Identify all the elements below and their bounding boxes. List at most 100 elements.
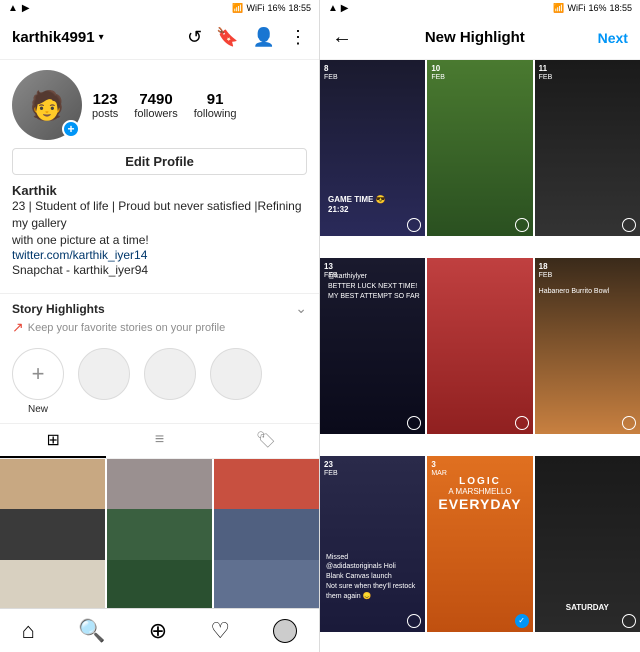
chevron-down-icon: ▾ <box>99 32 104 43</box>
grid-item-8[interactable] <box>107 560 212 608</box>
story-circle-1[interactable] <box>78 348 130 400</box>
highlights-chevron-icon[interactable]: ⌄ <box>295 300 307 317</box>
status-left: ▲ ▶ <box>8 3 30 14</box>
top-bar-icons: ↺ 🔖 👤 ⋮ <box>187 27 307 48</box>
story-caption-4: @karthiylyerBETTER LUCK NEXT TIME!MY BES… <box>328 272 420 301</box>
following-label: following <box>194 108 237 120</box>
tab-list[interactable]: ≡ <box>106 424 212 458</box>
profile-name: Karthik <box>12 183 307 198</box>
profile-header: 🧑 + 123 posts 7490 followers 91 followin… <box>12 70 307 140</box>
story-select-7[interactable] <box>407 614 421 628</box>
highlights-subtitle-text: Keep your favorite stories on your profi… <box>28 322 226 334</box>
story-date-7: 23Feb <box>324 460 338 478</box>
bio-line-2: with one picture at a time! <box>12 232 307 249</box>
profile-nav-avatar[interactable] <box>273 619 297 643</box>
story-select-5[interactable] <box>515 416 529 430</box>
story-caption-1: GAME TIME 😎21:32 <box>328 195 386 216</box>
story-caption-8: LOGIC A MARSHMELLO EVERYDAY <box>427 476 532 512</box>
signal-icon: 📶 <box>232 3 243 14</box>
profile-stats: 123 posts 7490 followers 91 following <box>92 91 307 120</box>
story-caption-7: Missed@adidastoriginals HoliBlank Canvas… <box>326 553 421 602</box>
story-caption-6: Habanero Burrito Bowl <box>539 288 636 295</box>
story-select-4[interactable] <box>407 416 421 430</box>
bio-link[interactable]: twitter.com/karthik_iyer14 <box>12 248 307 262</box>
story-thumb-7[interactable]: 23Feb Missed@adidastoriginals HoliBlank … <box>320 456 425 632</box>
username-label: karthik4991 <box>12 29 95 46</box>
right-wifi-icon: WiFi <box>567 3 585 13</box>
right-battery: 16% <box>588 3 606 13</box>
story-thumb-8[interactable]: 3Mar LOGIC A MARSHMELLO EVERYDAY ✓ <box>427 456 532 632</box>
story-select-2[interactable] <box>515 218 529 232</box>
add-nav-icon[interactable]: ⊕ <box>149 618 167 644</box>
bookmark-icon[interactable]: 🔖 <box>216 27 238 48</box>
left-status-bar: ▲ ▶ 📶 WiFi 16% 18:55 <box>0 0 319 16</box>
username-area[interactable]: karthik4991 ▾ <box>12 29 104 46</box>
bio-line-1: 23 | Student of life | Proud but never s… <box>12 198 307 232</box>
story-grid: 8Feb GAME TIME 😎21:32 10Feb 11Feb 13Feb … <box>320 60 640 652</box>
story-caption-9: SATURDAY <box>539 603 636 612</box>
story-select-1[interactable] <box>407 218 421 232</box>
story-thumb-3[interactable]: 11Feb <box>535 60 640 236</box>
highlights-title: Story Highlights <box>12 302 105 316</box>
person-add-icon[interactable]: 👤 <box>253 27 275 48</box>
search-nav-icon[interactable]: 🔍 <box>78 618 105 644</box>
right-panel-title: New Highlight <box>425 29 525 46</box>
posts-stat: 123 posts <box>92 91 118 120</box>
new-story-item[interactable]: + New <box>12 348 64 415</box>
red-arrow-icon: ↗ <box>12 319 24 336</box>
home-nav-icon[interactable]: ⌂ <box>22 618 35 644</box>
story-highlights-header: Story Highlights ⌄ <box>0 293 319 319</box>
story-item-3[interactable] <box>210 348 262 404</box>
story-date-2: 10Feb <box>431 64 445 82</box>
new-story-circle[interactable]: + <box>12 348 64 400</box>
grid-item-7[interactable] <box>0 560 105 608</box>
story-thumb-6[interactable]: 18Feb Habanero Burrito Bowl <box>535 258 640 434</box>
grid-icon: ⊞ <box>46 430 59 450</box>
next-button[interactable]: Next <box>598 30 628 46</box>
story-thumb-1[interactable]: 8Feb GAME TIME 😎21:32 <box>320 60 425 236</box>
story-select-3[interactable] <box>622 218 636 232</box>
heart-nav-icon[interactable]: ♡ <box>210 618 230 644</box>
story-item-1[interactable] <box>78 348 130 404</box>
new-story-label: New <box>28 404 48 415</box>
story-thumb-5[interactable] <box>427 258 532 434</box>
story-thumb-4[interactable]: 13Feb @karthiylyerBETTER LUCK NEXT TIME!… <box>320 258 425 434</box>
left-panel: ▲ ▶ 📶 WiFi 16% 18:55 karthik4991 ▾ ↺ 🔖 👤… <box>0 0 320 652</box>
add-story-button[interactable]: + <box>62 120 80 138</box>
grid-item-9[interactable] <box>214 560 319 608</box>
back-button[interactable]: ← <box>332 26 352 49</box>
edit-profile-button[interactable]: Edit Profile <box>12 148 307 175</box>
screen-icon: ▶ <box>22 3 30 14</box>
story-thumb-9[interactable]: SATURDAY <box>535 456 640 632</box>
story-thumb-2[interactable]: 10Feb <box>427 60 532 236</box>
history-icon[interactable]: ↺ <box>187 27 202 48</box>
right-time: 18:55 <box>609 3 632 13</box>
right-status-left: ▲ ▶ <box>328 3 348 14</box>
tab-grid[interactable]: ⊞ <box>0 424 106 458</box>
left-top-bar: karthik4991 ▾ ↺ 🔖 👤 ⋮ <box>0 16 319 60</box>
story-select-9[interactable] <box>622 614 636 628</box>
story-select-6[interactable] <box>622 416 636 430</box>
story-circle-2[interactable] <box>144 348 196 400</box>
right-signal-icon: 📶 <box>553 3 564 14</box>
tag-icon: 🏷 <box>256 430 276 450</box>
more-options-icon[interactable]: ⋮ <box>289 27 307 48</box>
right-top-bar: ← New Highlight Next <box>320 16 640 60</box>
list-icon: ≡ <box>155 431 164 449</box>
right-status-right: 📶 WiFi 16% 18:55 <box>553 3 632 14</box>
following-count: 91 <box>207 91 224 108</box>
followers-count: 7490 <box>139 91 172 108</box>
right-panel: ▲ ▶ 📶 WiFi 16% 18:55 ← New Highlight Nex… <box>320 0 640 652</box>
story-circle-3[interactable] <box>210 348 262 400</box>
bio-section: Karthik 23 | Student of life | Proud but… <box>12 183 307 279</box>
story-circles-row: + New <box>0 342 319 423</box>
story-select-8[interactable]: ✓ <box>515 614 529 628</box>
followers-stat[interactable]: 7490 followers <box>134 91 177 120</box>
tab-tagged[interactable]: 🏷 <box>213 424 319 458</box>
wifi-icon: WiFi <box>246 3 264 13</box>
notification-icon: ▲ <box>8 3 18 14</box>
following-stat[interactable]: 91 following <box>194 91 237 120</box>
profile-section: 🧑 + 123 posts 7490 followers 91 followin… <box>0 60 319 293</box>
story-item-2[interactable] <box>144 348 196 404</box>
right-notif-icon: ▲ <box>328 3 338 14</box>
